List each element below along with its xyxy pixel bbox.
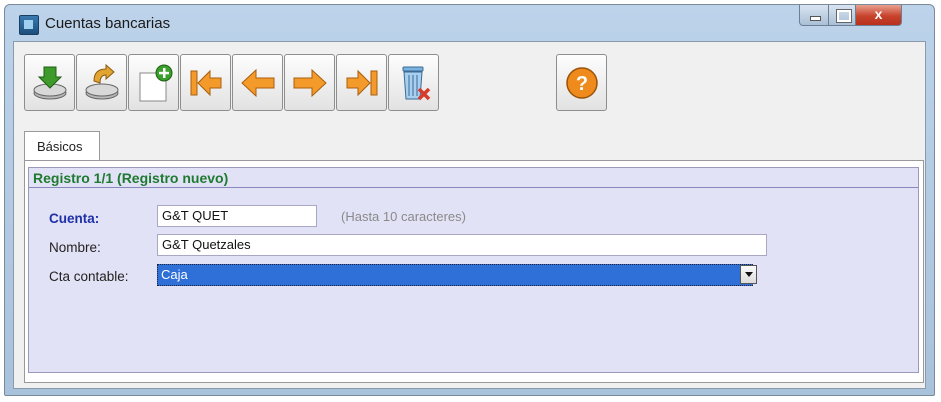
new-document-plus-icon (139, 64, 172, 101)
last-arrow-icon (346, 69, 377, 96)
tab-basicos[interactable]: Básicos (24, 131, 100, 161)
disk-undo-icon (85, 63, 118, 99)
right-arrow-icon (293, 68, 327, 97)
record-status: Registro 1/1 (Registro nuevo) (29, 168, 918, 188)
previous-record-button[interactable] (232, 54, 283, 111)
cuenta-label: Cuenta: (49, 211, 100, 226)
first-record-button[interactable] (180, 54, 231, 111)
next-record-button[interactable] (284, 54, 335, 111)
first-arrow-icon (190, 69, 221, 96)
svg-text:?: ? (575, 73, 587, 95)
cuenta-hint: (Hasta 10 caracteres) (341, 209, 466, 224)
help-button[interactable]: ? (556, 54, 607, 111)
app-icon (19, 15, 39, 35)
window-title: Cuentas bancarias (45, 15, 171, 32)
cta-contable-label: Cta contable: (49, 269, 129, 284)
maximize-button[interactable] (828, 5, 856, 26)
last-record-button[interactable] (336, 54, 387, 111)
minimize-button[interactable] (799, 5, 829, 26)
cta-contable-dropdown-button[interactable] (740, 265, 757, 284)
delete-record-button[interactable] (388, 54, 439, 111)
save-record-button[interactable] (24, 54, 75, 111)
new-record-button[interactable] (128, 54, 179, 111)
left-arrow-icon (240, 68, 274, 97)
nombre-label: Nombre: (49, 240, 101, 255)
toolbar: ? (14, 54, 925, 116)
close-button[interactable]: x (855, 5, 902, 26)
title-bar[interactable]: Cuentas bancarias x (5, 5, 934, 41)
cuenta-field[interactable]: G&T QUET (157, 205, 317, 227)
recycle-bin-delete-icon (402, 66, 430, 100)
app-window: Cuentas bancarias x ? Básicos Registro 1… (4, 4, 935, 396)
help-question-icon: ? (565, 66, 598, 99)
undo-changes-button[interactable] (76, 54, 127, 111)
chevron-down-icon (744, 272, 753, 277)
cta-contable-select[interactable]: Caja (157, 264, 753, 286)
disk-down-arrow-icon (33, 66, 66, 99)
record-form: Registro 1/1 (Registro nuevo) Cuenta: G&… (28, 167, 919, 373)
client-area: ? Básicos Registro 1/1 (Registro nuevo) … (13, 41, 926, 389)
nombre-field[interactable]: G&T Quetzales (157, 234, 767, 256)
